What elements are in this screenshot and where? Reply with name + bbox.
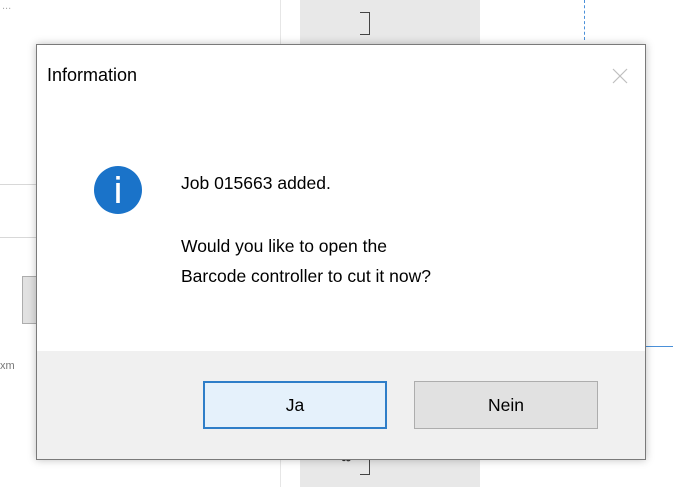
ruler-tick: [360, 474, 370, 475]
background-guide-vertical: [584, 0, 585, 40]
yes-button[interactable]: Ja: [203, 381, 387, 429]
background-left-panel: [0, 184, 36, 238]
no-button[interactable]: Nein: [414, 381, 598, 429]
ruler-tick: [369, 460, 370, 474]
ruler-tick: [360, 34, 370, 35]
dialog-message-secondary: Would you like to open the Barcode contr…: [181, 231, 431, 291]
background-left-label: xm: [0, 360, 15, 372]
close-icon: [612, 68, 628, 84]
ruler-tick: [369, 12, 370, 34]
info-icon: [94, 166, 142, 214]
background-top-text: ...: [2, 0, 12, 12]
dialog-message-line: Would you like to open the: [181, 236, 387, 256]
dialog-titlebar[interactable]: Information: [37, 45, 645, 105]
dialog-title: Information: [47, 65, 138, 85]
close-button[interactable]: [603, 59, 637, 93]
dialog-message-primary: Job 015663 added.: [181, 173, 331, 193]
dialog-message-line: Barcode controller to cut it now?: [181, 266, 431, 286]
dialog-footer: Ja Nein: [37, 351, 645, 459]
dialog-body: Job 015663 added. Would you like to open…: [37, 105, 645, 351]
background-guide-horizontal: [645, 346, 673, 347]
information-dialog: Information Job 015663 added. Would you …: [36, 44, 646, 460]
